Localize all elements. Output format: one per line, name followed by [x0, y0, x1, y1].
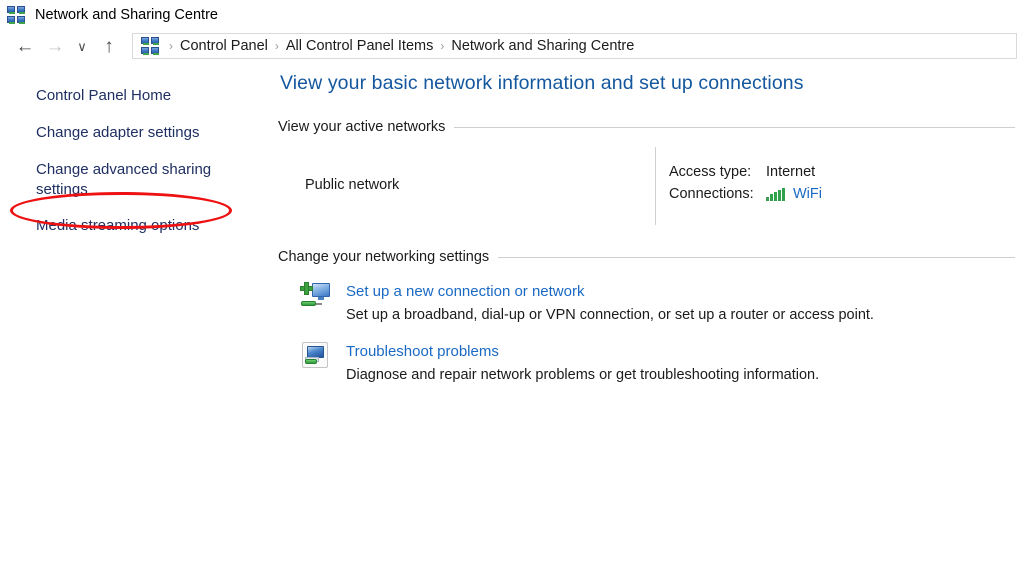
connections-label: Connections:: [669, 186, 754, 202]
active-networks-section-title: View your active networks: [278, 119, 446, 135]
window-title: Network and Sharing Centre: [35, 7, 218, 23]
wifi-signal-icon: [766, 187, 786, 201]
networking-settings-section-header: Change your networking settings: [278, 249, 1015, 265]
troubleshoot-problems-link[interactable]: Troubleshoot problems: [346, 343, 819, 360]
title-bar: Network and Sharing Centre: [0, 0, 1029, 30]
task-text: Troubleshoot problems Diagnose and repai…: [346, 342, 819, 385]
sidebar-item-change-adapter-settings[interactable]: Change adapter settings: [0, 123, 248, 143]
address-network-icon: [141, 36, 160, 56]
access-type-row: Access type: Internet: [669, 164, 822, 180]
access-type-label: Access type:: [669, 164, 752, 180]
sidebar-item-change-advanced-sharing-settings[interactable]: Change advanced sharing settings: [0, 160, 248, 200]
back-button[interactable]: ←: [10, 32, 40, 60]
breadcrumb-separator-icon: ›: [440, 39, 445, 53]
network-icon: [7, 5, 26, 25]
task-troubleshoot-problems[interactable]: Troubleshoot problems Diagnose and repai…: [278, 341, 1015, 385]
sidebar: Control Panel Home Change adapter settin…: [0, 62, 278, 253]
up-one-level-button[interactable]: ↑: [94, 32, 124, 60]
active-networks-body: Public network Access type: Internet Con…: [278, 143, 1015, 227]
set-up-new-connection-link[interactable]: Set up a new connection or network: [346, 283, 874, 300]
set-up-new-connection-description: Set up a broadband, dial-up or VPN conne…: [346, 307, 874, 323]
section-divider: [454, 126, 1015, 128]
network-details: Access type: Internet Connections: WiFi: [656, 143, 822, 227]
troubleshoot-icon: [300, 341, 332, 372]
task-text: Set up a new connection or network Set u…: [346, 282, 874, 325]
access-type-value: Internet: [766, 164, 816, 180]
breadcrumb-item-network-and-sharing-centre[interactable]: Network and Sharing Centre: [451, 38, 634, 54]
breadcrumb-separator-icon: ›: [274, 39, 279, 53]
networking-settings-section-title: Change your networking settings: [278, 249, 490, 265]
content-area: Control Panel Home Change adapter settin…: [0, 62, 1029, 385]
navigation-bar: ← → ∨ ↑ › Control Panel › All Control Pa…: [0, 30, 1029, 62]
network-name: Public network: [305, 177, 400, 193]
breadcrumb-item-control-panel[interactable]: Control Panel: [180, 38, 268, 54]
breadcrumb-item-all-control-panel-items[interactable]: All Control Panel Items: [286, 38, 433, 54]
forward-button[interactable]: →: [40, 32, 70, 60]
active-networks-section-header: View your active networks: [278, 119, 1015, 135]
new-connection-icon: [300, 282, 332, 312]
task-set-up-new-connection[interactable]: Set up a new connection or network Set u…: [278, 282, 1015, 325]
page-title: View your basic network information and …: [280, 72, 804, 94]
networking-settings-section: Change your networking settings Set up a…: [278, 249, 1015, 385]
connections-row: Connections: WiFi: [669, 186, 822, 202]
main-pane: View your basic network information and …: [278, 62, 1029, 385]
breadcrumb-separator-icon: ›: [169, 39, 173, 53]
sidebar-item-control-panel-home[interactable]: Control Panel Home: [0, 86, 248, 106]
address-bar[interactable]: › Control Panel › All Control Panel Item…: [132, 33, 1017, 59]
connections-value-wifi-link[interactable]: WiFi: [793, 186, 822, 202]
troubleshoot-problems-description: Diagnose and repair network problems or …: [346, 366, 820, 383]
sidebar-item-media-streaming-options[interactable]: Media streaming options: [0, 216, 248, 236]
recent-locations-chevron-down-icon[interactable]: ∨: [70, 32, 94, 60]
section-divider: [498, 256, 1015, 258]
